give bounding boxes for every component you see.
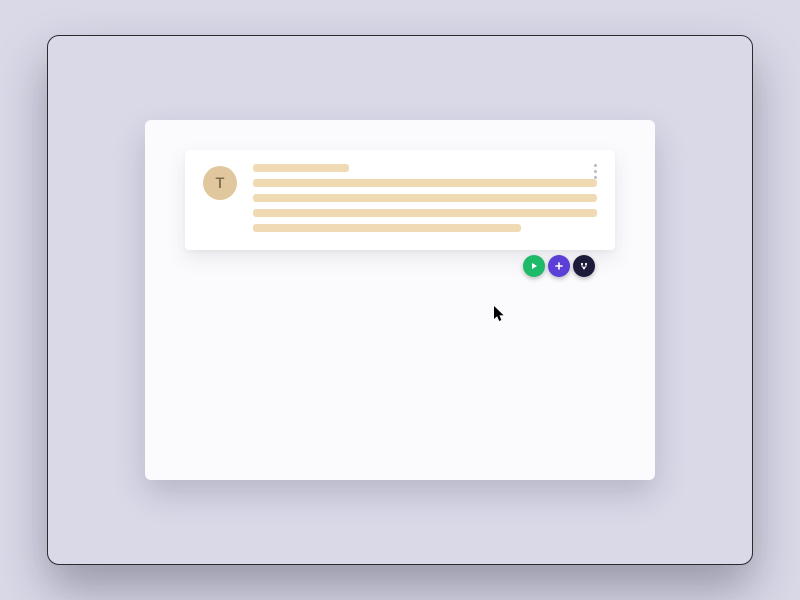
more-vertical-icon xyxy=(594,164,597,167)
kebab-menu-button[interactable] xyxy=(590,160,601,183)
more-vertical-icon xyxy=(594,176,597,179)
text-line xyxy=(253,179,597,187)
title-placeholder xyxy=(253,164,349,172)
play-button[interactable] xyxy=(523,255,545,277)
text-line xyxy=(253,194,597,202)
message-lines xyxy=(253,164,597,232)
text-line xyxy=(253,209,597,217)
app-window: T xyxy=(145,120,655,480)
avatar-initial: T xyxy=(215,174,224,192)
branch-button[interactable] xyxy=(573,255,595,277)
plus-icon xyxy=(554,261,564,271)
cursor-icon xyxy=(493,305,507,323)
branch-icon xyxy=(579,261,589,271)
play-icon xyxy=(529,261,539,271)
avatar: T xyxy=(203,166,237,200)
text-line xyxy=(253,224,521,232)
card-body: T xyxy=(203,164,597,232)
message-card: T xyxy=(185,150,615,250)
add-button[interactable] xyxy=(548,255,570,277)
card-actions xyxy=(523,255,595,277)
outer-frame: T xyxy=(47,35,753,565)
more-vertical-icon xyxy=(594,170,597,173)
